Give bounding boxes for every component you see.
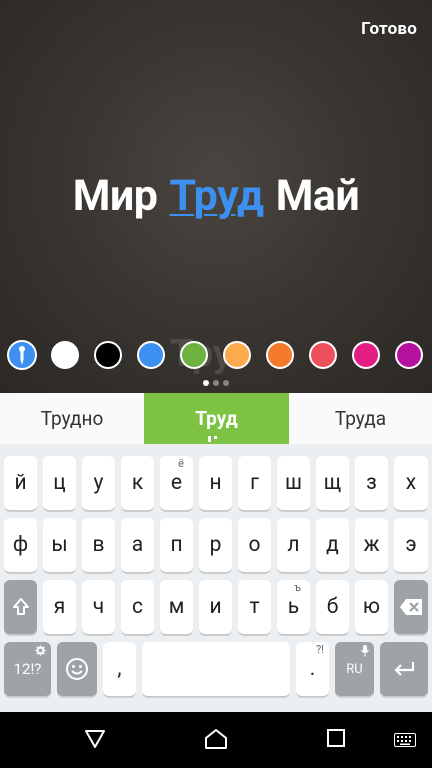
home-button[interactable] <box>204 728 228 754</box>
key[interactable]: й <box>4 456 37 511</box>
page-indicator <box>0 380 432 388</box>
key[interactable]: ч <box>82 580 115 635</box>
key[interactable]: д <box>316 518 349 573</box>
symbols-label: 12!? <box>13 660 42 678</box>
key[interactable]: щ <box>316 456 349 511</box>
key[interactable]: ш <box>277 456 310 511</box>
symbols-key[interactable]: 12!? <box>4 642 51 697</box>
caption-word-1: Мир <box>72 171 158 221</box>
back-button[interactable] <box>84 728 106 754</box>
smiley-icon <box>66 658 88 680</box>
key-hint: ё <box>178 457 184 470</box>
key[interactable]: я <box>43 580 76 635</box>
emoji-key[interactable] <box>57 642 97 697</box>
key[interactable]: ы <box>43 518 76 573</box>
back-icon <box>85 730 105 748</box>
key[interactable]: ёе <box>160 456 193 511</box>
color-swatch[interactable] <box>352 341 380 369</box>
navigation-bar <box>0 712 432 768</box>
comma-key[interactable]: , <box>103 642 136 697</box>
color-swatch[interactable] <box>94 341 122 369</box>
key[interactable]: м <box>160 580 193 635</box>
color-swatch[interactable] <box>395 341 423 369</box>
caption-word-selected: Труд <box>169 171 264 221</box>
key-hint: ?! <box>315 643 324 656</box>
key[interactable]: а <box>121 518 154 573</box>
color-swatch[interactable] <box>266 341 294 369</box>
color-swatch[interactable] <box>51 341 79 369</box>
backspace-icon <box>400 599 422 615</box>
caption-text[interactable]: Мир Труд Май <box>0 171 432 221</box>
eyedropper-icon <box>19 346 25 365</box>
key[interactable]: р <box>199 518 232 573</box>
color-swatch[interactable] <box>223 341 251 369</box>
color-palette <box>0 340 432 370</box>
key[interactable]: п <box>160 518 193 573</box>
key[interactable]: х <box>394 456 428 511</box>
suggestion-3[interactable]: Труда <box>289 393 432 444</box>
key[interactable]: б <box>316 580 349 635</box>
period-key[interactable]: ?!. <box>296 642 329 697</box>
key[interactable]: л <box>277 518 310 573</box>
suggestion-1[interactable]: Трудно <box>0 393 144 444</box>
enter-icon <box>394 662 415 676</box>
recents-icon <box>327 729 345 747</box>
key[interactable]: ц <box>43 456 76 511</box>
eyedropper-button[interactable] <box>7 340 37 370</box>
key[interactable]: з <box>355 456 388 511</box>
more-suggestions-indicator <box>208 436 225 442</box>
space-key[interactable] <box>142 642 290 697</box>
key[interactable]: к <box>121 456 154 511</box>
shift-key[interactable] <box>4 580 37 635</box>
keyboard-icon <box>394 733 416 747</box>
gear-icon <box>35 645 46 656</box>
page-dot <box>223 380 229 386</box>
key[interactable]: о <box>238 518 271 573</box>
caption-word-3: Май <box>275 171 360 221</box>
key[interactable]: у <box>82 456 115 511</box>
key[interactable]: т <box>238 580 271 635</box>
color-swatch[interactable] <box>137 341 165 369</box>
page-dot <box>203 380 209 386</box>
key[interactable]: ф <box>4 518 37 573</box>
page-dot <box>213 380 219 386</box>
key[interactable]: г <box>238 456 271 511</box>
keyboard: й ц у к ёе н г ш щ з х ф ы в а п р о л д… <box>0 444 432 712</box>
text-editor-canvas[interactable]: Готово МирТрудМай Тру <box>0 0 432 393</box>
key[interactable]: ю <box>355 580 388 635</box>
home-icon <box>205 729 227 749</box>
done-button[interactable]: Готово <box>361 19 417 39</box>
enter-key[interactable] <box>380 642 428 697</box>
language-label: RU <box>346 662 363 677</box>
key[interactable]: ж <box>355 518 388 573</box>
color-swatch[interactable] <box>309 341 337 369</box>
shift-icon <box>12 598 29 615</box>
recents-button[interactable] <box>326 728 346 752</box>
key[interactable]: с <box>121 580 154 635</box>
key[interactable]: и <box>199 580 232 635</box>
key[interactable]: ъь <box>277 580 310 635</box>
key[interactable]: н <box>199 456 232 511</box>
language-key[interactable]: RU <box>335 642 374 697</box>
key[interactable]: э <box>394 518 428 573</box>
keyboard-switch-button[interactable] <box>394 732 416 751</box>
key-hint: ъ <box>294 581 301 594</box>
key[interactable]: в <box>82 518 115 573</box>
microphone-icon <box>361 645 369 657</box>
color-swatch[interactable] <box>180 341 208 369</box>
backspace-key[interactable] <box>394 580 428 635</box>
